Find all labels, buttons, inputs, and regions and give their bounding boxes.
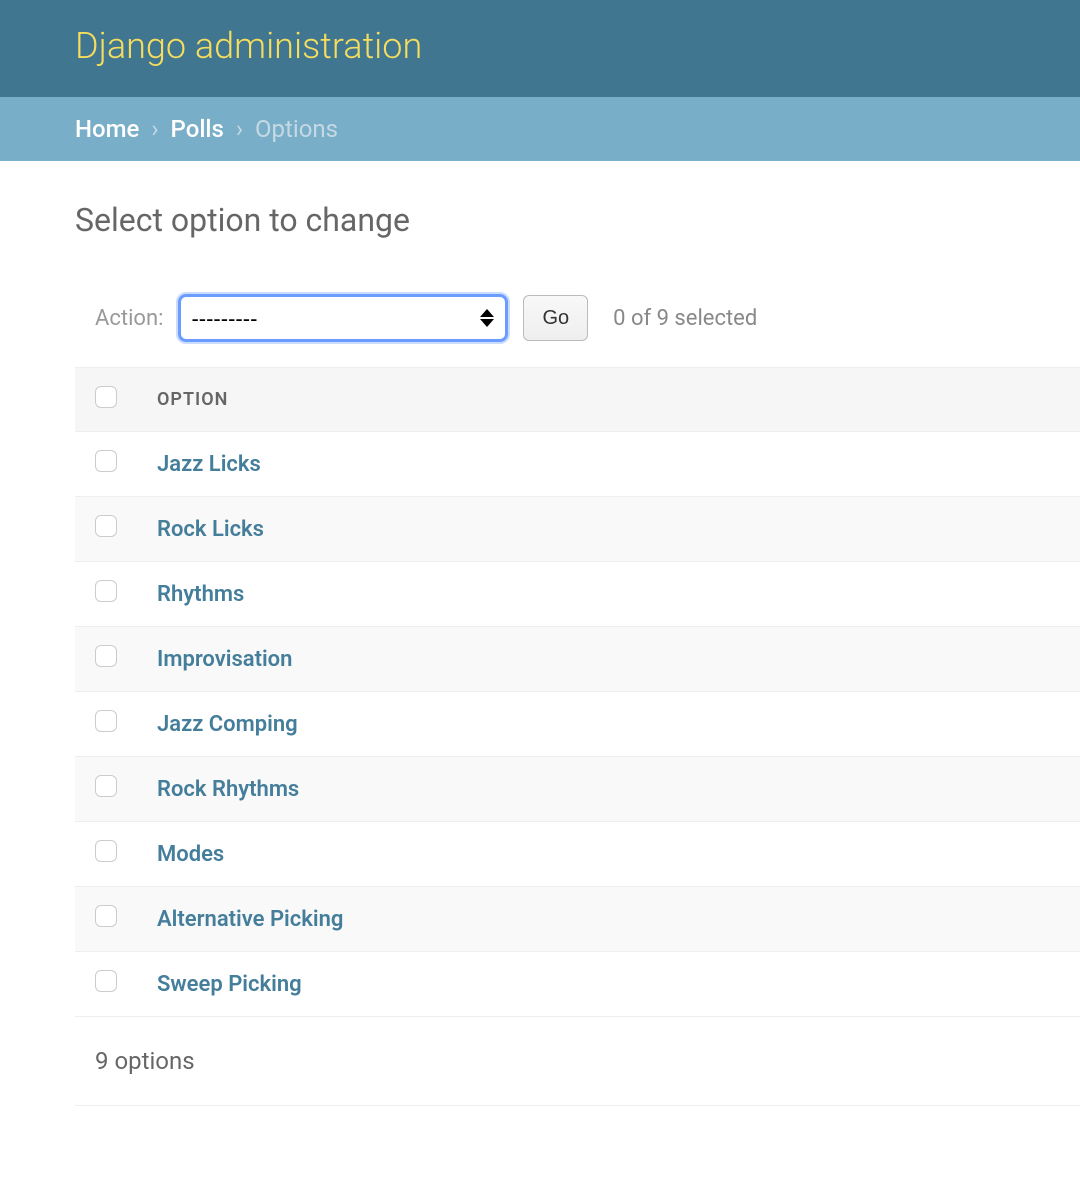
- breadcrumb: Home › Polls › Options: [0, 97, 1080, 161]
- page-title: Select option to change: [75, 201, 1080, 239]
- breadcrumb-sep: ›: [236, 115, 243, 143]
- option-link[interactable]: Rock Licks: [157, 517, 264, 542]
- select-all-header: [75, 368, 137, 432]
- row-label-cell: Sweep Picking: [137, 952, 1080, 1017]
- row-checkbox[interactable]: [95, 970, 117, 992]
- row-checkbox[interactable]: [95, 905, 117, 927]
- option-link[interactable]: Jazz Licks: [157, 452, 261, 477]
- row-label-cell: Improvisation: [137, 627, 1080, 692]
- row-checkbox[interactable]: [95, 775, 117, 797]
- go-button[interactable]: Go: [523, 295, 588, 341]
- row-checkbox[interactable]: [95, 840, 117, 862]
- action-label: Action:: [95, 306, 163, 331]
- row-checkbox-cell: [75, 562, 137, 627]
- table-row: Jazz Licks: [75, 432, 1080, 497]
- row-label-cell: Jazz Comping: [137, 692, 1080, 757]
- selected-count: 0 of 9 selected: [613, 306, 757, 331]
- main-content: Select option to change Action: --------…: [0, 161, 1080, 1106]
- row-label-cell: Alternative Picking: [137, 887, 1080, 952]
- table-row: Modes: [75, 822, 1080, 887]
- breadcrumb-app[interactable]: Polls: [171, 115, 224, 143]
- option-link[interactable]: Alternative Picking: [157, 907, 343, 932]
- action-bar: Action: --------- Go 0 of 9 selected: [75, 294, 1080, 342]
- row-checkbox-cell: [75, 497, 137, 562]
- row-label-cell: Rock Licks: [137, 497, 1080, 562]
- table-row: Jazz Comping: [75, 692, 1080, 757]
- row-checkbox-cell: [75, 822, 137, 887]
- site-title: Django administration: [75, 25, 1005, 67]
- option-link[interactable]: Jazz Comping: [157, 712, 298, 737]
- row-label-cell: Rock Rhythms: [137, 757, 1080, 822]
- row-checkbox-cell: [75, 432, 137, 497]
- row-checkbox-cell: [75, 627, 137, 692]
- action-select[interactable]: ---------: [178, 294, 508, 342]
- breadcrumb-current: Options: [255, 115, 338, 143]
- changelist-table: OPTION Jazz Licks Rock Licks Rhythms Improv…: [75, 367, 1080, 1017]
- row-checkbox[interactable]: [95, 580, 117, 602]
- row-checkbox-cell: [75, 952, 137, 1017]
- option-link[interactable]: Improvisation: [157, 647, 292, 672]
- row-label-cell: Rhythms: [137, 562, 1080, 627]
- select-all-checkbox[interactable]: [95, 386, 117, 408]
- breadcrumb-home[interactable]: Home: [75, 115, 139, 143]
- table-row: Rock Rhythms: [75, 757, 1080, 822]
- table-row: Rock Licks: [75, 497, 1080, 562]
- option-link[interactable]: Sweep Picking: [157, 972, 302, 997]
- column-header-option[interactable]: OPTION: [137, 368, 1080, 432]
- option-link[interactable]: Modes: [157, 842, 224, 867]
- paginator: 9 options: [75, 1017, 1080, 1106]
- table-row: Rhythms: [75, 562, 1080, 627]
- table-row: Improvisation: [75, 627, 1080, 692]
- row-checkbox-cell: [75, 692, 137, 757]
- row-label-cell: Jazz Licks: [137, 432, 1080, 497]
- option-link[interactable]: Rock Rhythms: [157, 777, 299, 802]
- table-row: Alternative Picking: [75, 887, 1080, 952]
- table-row: Sweep Picking: [75, 952, 1080, 1017]
- row-label-cell: Modes: [137, 822, 1080, 887]
- row-checkbox[interactable]: [95, 710, 117, 732]
- header-bar: Django administration: [0, 0, 1080, 97]
- row-checkbox[interactable]: [95, 450, 117, 472]
- row-checkbox-cell: [75, 887, 137, 952]
- option-link[interactable]: Rhythms: [157, 582, 244, 607]
- row-checkbox[interactable]: [95, 515, 117, 537]
- row-checkbox-cell: [75, 757, 137, 822]
- breadcrumb-sep: ›: [151, 115, 158, 143]
- row-checkbox[interactable]: [95, 645, 117, 667]
